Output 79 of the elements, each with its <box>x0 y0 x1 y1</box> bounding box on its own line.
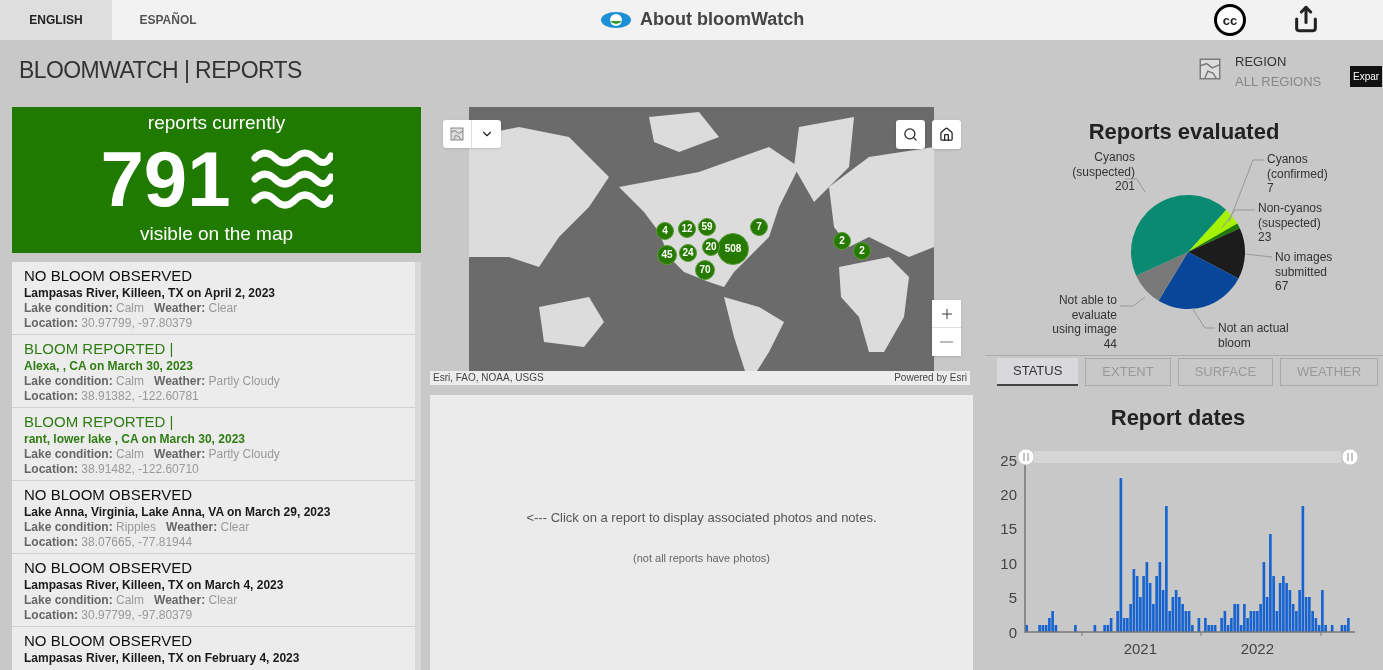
slice-label: No images submitted 67 <box>1275 250 1334 294</box>
bar <box>1093 625 1097 632</box>
report-item[interactable]: BLOOM REPORTED | Alexa, , CA on March 30, 2023 Lake condition: Calm Weather: Partly Cloudy Location: 38.91382, -122.60781 <box>12 335 415 408</box>
license-button[interactable]: cc <box>1214 4 1246 36</box>
scrollbar[interactable] <box>415 262 421 670</box>
map-icon <box>1197 56 1223 82</box>
report-conditions: Lake condition: Calm Weather: Partly Cloudy <box>24 447 281 462</box>
axis-label: 2021 <box>1123 640 1158 657</box>
slice-label: Cyanos (confirmed) 7 <box>1267 152 1329 196</box>
search-button[interactable] <box>896 120 925 149</box>
search-icon <box>903 127 918 142</box>
axis-label: 10 <box>1000 554 1017 572</box>
axis-label: 25 <box>1000 451 1017 469</box>
report-location: Location: 38.91482, -122.60710 <box>24 462 200 477</box>
slice-label: Cyanos (suspected) 201 <box>1071 150 1135 194</box>
report-place: Lake Anna, Virginia, Lake Anna, VA on March 29, 2023 <box>24 504 332 520</box>
home-button[interactable] <box>932 120 961 149</box>
axis-label: 15 <box>1000 520 1017 538</box>
chart-tab[interactable]: STATUS <box>997 358 1079 386</box>
report-status: NO BLOOM OBSERVED <box>24 632 194 650</box>
axis-label: 2022 <box>1240 640 1275 657</box>
bar <box>1074 625 1077 632</box>
chart-title: Reports evaluated <box>1087 118 1281 146</box>
about-link[interactable]: About bloomWatch <box>600 6 805 33</box>
report-place: Lampasas River, Killeen, TX on March 4, 2023 <box>24 577 285 593</box>
attribution-text: Esri, FAO, NOAA, USGS <box>433 373 544 383</box>
range-track[interactable] <box>1034 451 1341 463</box>
report-location: Location: 38.91382, -122.60781 <box>24 389 200 404</box>
share-icon[interactable] <box>1292 5 1320 33</box>
report-location: Location: 38.07665, -77.81944 <box>24 535 194 550</box>
language-tab[interactable]: ESPAÑOL <box>112 0 224 40</box>
report-conditions: Lake condition: Calm Weather: Clear <box>24 301 239 316</box>
report-place: Alexa, , CA on March 30, 2023 <box>24 358 194 374</box>
bar <box>1330 625 1334 632</box>
axis-label: 5 <box>1008 589 1017 607</box>
leader-line <box>1119 296 1146 307</box>
region-label: REGION <box>1235 53 1288 71</box>
slice-label: Not able to evaluate using image 44 <box>1051 293 1117 351</box>
report-item[interactable]: NO BLOOM OBSERVED Lampasas River, Killeen, TX on March 4, 2023 Lake condition: Calm Weather: Clear Location: 30.97799, -97.80379 <box>12 554 415 627</box>
photo-note: (not all reports have photos) <box>633 550 770 566</box>
map-icon <box>449 126 465 142</box>
axis-label: 20 <box>1000 485 1017 503</box>
report-status: NO BLOOM OBSERVED <box>24 486 194 504</box>
report-conditions: Lake condition: Ripples Weather: Clear <box>24 520 251 535</box>
chart-title: Report dates <box>1109 404 1247 432</box>
tooltip: Expar <box>1350 66 1383 87</box>
report-conditions: Lake condition: Calm Weather: Partly Cloudy <box>24 374 281 389</box>
powered-by-text: Powered by Esri <box>894 373 967 383</box>
report-status: NO BLOOM OBSERVED <box>24 267 194 285</box>
slider-handle[interactable] <box>1341 448 1359 466</box>
report-item[interactable]: BLOOM REPORTED | rant, lower lake , CA on March 30, 2023 Lake condition: Calm Weather: Partly Cloudy Location: 38.91482, -122.60710 <box>12 408 415 481</box>
leader-line <box>1244 253 1273 258</box>
report-place: rant, lower lake , CA on March 30, 2023 <box>24 431 246 447</box>
report-item[interactable]: NO BLOOM OBSERVED Lake Anna, Virginia, Lake Anna, VA on March 29, 2023 Lake condition: Ripples Weather: Clear Location: 38.07665, -77.81944 <box>12 481 415 554</box>
home-icon <box>939 127 954 142</box>
slice-label: Not an actual bloom <box>1218 321 1290 350</box>
bar <box>1197 618 1201 632</box>
report-status: NO BLOOM OBSERVED <box>24 559 194 577</box>
report-place: Lampasas River, Killeen, TX on February 4, 2023 <box>24 650 301 666</box>
slider-handle[interactable] <box>1017 448 1035 466</box>
report-location: Location: 30.97799, -97.80379 <box>24 608 194 623</box>
report-item[interactable]: NO BLOOM OBSERVED Lampasas River, Killeen, TX on February 4, 2023 <box>12 627 415 670</box>
report-status: BLOOM REPORTED | <box>24 413 175 431</box>
report-count: 791 <box>100 139 231 218</box>
axis-label: 0 <box>1008 623 1017 641</box>
minus-icon <box>940 341 953 343</box>
language-tab[interactable]: ENGLISH <box>0 0 112 40</box>
leader-line <box>1191 307 1216 329</box>
summary-text: reports currently <box>147 111 286 135</box>
report-conditions: Lake condition: Calm Weather: Clear <box>24 593 239 608</box>
report-location: Location: 30.97799, -97.80379 <box>24 316 194 331</box>
report-place: Lampasas River, Killeen, TX on April 2, 2023 <box>24 285 276 301</box>
report-status: BLOOM REPORTED | <box>24 340 175 358</box>
summary-text: visible on the map <box>139 221 294 246</box>
page-title: BLOOMWATCH | REPORTS <box>19 55 302 85</box>
bar <box>1025 625 1028 632</box>
slice-label: Non-cyanos (suspected) 23 <box>1258 201 1324 245</box>
photo-hint: <--- Click on a report to display associated photos and notes. <box>526 509 877 527</box>
report-item[interactable]: NO BLOOM OBSERVED Lampasas River, Killeen, TX on April 2, 2023 Lake condition: Calm Weather: Clear Location: 30.97799, -97.80379 <box>12 262 415 335</box>
